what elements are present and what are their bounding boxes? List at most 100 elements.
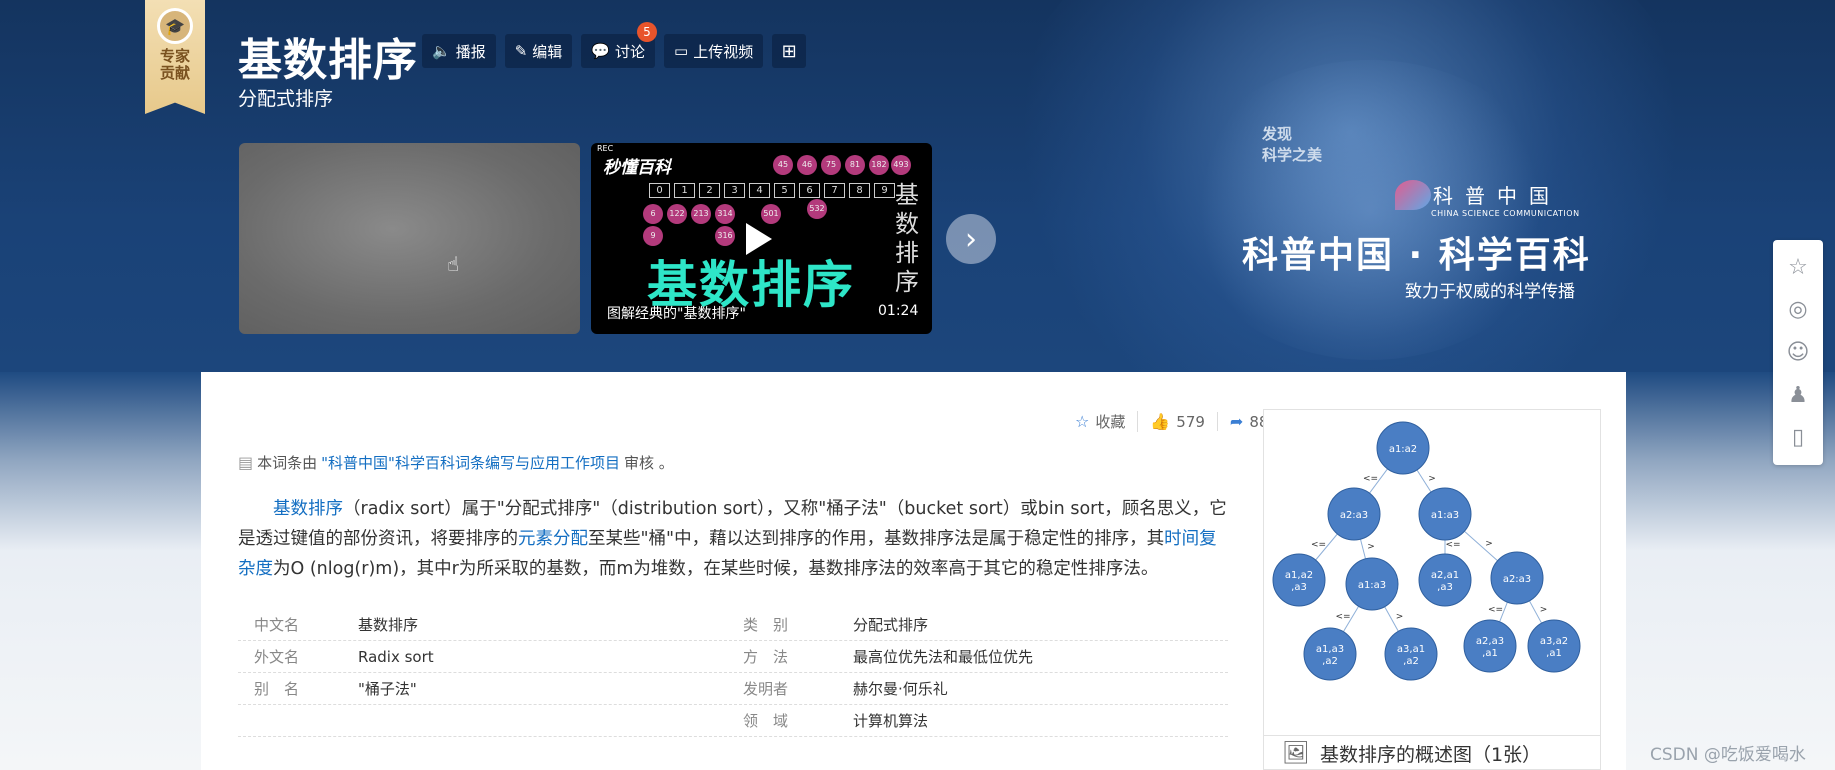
tree-node-label: a2:a3: [1503, 574, 1531, 585]
tree-node-label: ,a3: [1291, 582, 1307, 593]
overview-image-panel[interactable]: <= > <= > <= > <= > <= > a1:a2 a2:a3 a1:a3 a1,a2 ,a3 a1…: [1263, 409, 1601, 770]
video-duration: 01:24: [878, 303, 919, 319]
number-ball: 501: [761, 204, 781, 224]
info-value: "桶子法": [358, 680, 417, 698]
tree-edge-label: >: [1396, 612, 1404, 622]
tree-node-label: a3,a1: [1397, 644, 1425, 655]
collect-button[interactable]: ☆ 收藏: [1063, 411, 1139, 432]
tree-edge-label: >: [1428, 474, 1436, 484]
video-thumbnail-radix-sort[interactable]: REC 秒懂百科 0 1 2 3 4 5 6 7 8 9 45 46 75 81…: [591, 143, 932, 334]
tree-edge-label: >: [1540, 605, 1548, 615]
info-key: 别 名: [254, 680, 300, 698]
video-caption: 图解经典的"基数排序": [607, 306, 746, 322]
tree-node-label: a3,a2: [1540, 636, 1568, 647]
tree-node-label: ,a2: [1322, 656, 1338, 667]
number-ball: 46: [797, 155, 817, 175]
tree-edge-label: <=: [1311, 540, 1326, 550]
next-arrow-button[interactable]: ›: [946, 214, 996, 264]
add-button[interactable]: ⊞: [772, 34, 807, 68]
edit-label: 编辑: [532, 42, 563, 61]
collect-label: 收藏: [1095, 413, 1126, 431]
overview-caption-text: 基数排序的概述图（1张）: [1319, 744, 1542, 766]
page-subtitle: 分配式排序: [238, 88, 334, 110]
review-project-link[interactable]: "科普中国"科学百科词条编写与应用工作项目: [321, 452, 620, 473]
review-suffix: 审核 。: [623, 454, 674, 472]
speaker-icon: 🔈: [432, 42, 451, 60]
info-value: Radix sort: [358, 647, 434, 666]
info-row: 别 名 "桶子法" 发明者 赫尔曼·何乐礼: [238, 673, 1228, 705]
star-icon[interactable]: ☆: [1788, 255, 1808, 280]
video-thumbnail-blurred[interactable]: [239, 143, 580, 334]
brand-slogan: 致力于权威的科学传播: [1405, 282, 1575, 302]
info-value: 赫尔曼·何乐礼: [853, 680, 948, 698]
info-row: 外文名 Radix sort 方 法 最高位优先法和最低位优先: [238, 641, 1228, 673]
kepu-china-logo: 科普中国 CHINA SCIENCE COMMUNICATION: [1395, 180, 1595, 218]
toolbar: 🔈 播报 ✎ 编辑 💬 讨论 5 ▭ 上传视频 ⊞: [422, 22, 807, 68]
review-notice: ▤ 本词条由 "科普中国"科学百科词条编写与应用工作项目 审核 。: [238, 452, 674, 473]
wechat-icon[interactable]: ☺: [1787, 340, 1810, 365]
number-ball: 182: [869, 155, 889, 175]
number-ball: 122: [667, 204, 687, 224]
tree-edge-label: <=: [1488, 605, 1503, 615]
info-row: 中文名 基数排序 类 别 分配式排序: [238, 609, 1228, 641]
side-title: 基 数 排 序: [895, 181, 919, 296]
tree-edge-label: <=: [1335, 612, 1350, 622]
element-distribution-link[interactable]: 元素分配: [518, 529, 588, 549]
number-ball: 75: [821, 155, 841, 175]
tree-node-label: a1:a2: [1389, 444, 1417, 455]
expert-label: 专家 贡献: [159, 47, 190, 82]
broadcast-button[interactable]: 🔈 播报: [422, 34, 496, 68]
tree-node-label: a1:a3: [1358, 580, 1386, 591]
play-icon[interactable]: [746, 223, 772, 255]
discuss-button[interactable]: 💬 讨论 5: [581, 22, 657, 68]
graduation-cap-icon: 🎓: [157, 8, 193, 44]
image-gallery-icon: 🖼: [1282, 741, 1310, 766]
weibo-icon[interactable]: ◎: [1788, 297, 1807, 322]
number-ball: 316: [715, 226, 735, 246]
basic-info-table: 中文名 基数排序 类 别 分配式排序 外文名 Radix sort 方 法 最高…: [238, 609, 1228, 737]
stats-bar: ☆ 收藏 👍 579 ➦ 88: [1063, 411, 1280, 432]
chat-icon: 💬: [591, 42, 610, 60]
qq-icon[interactable]: ♟: [1788, 383, 1808, 408]
document-icon: ▤: [238, 453, 254, 472]
discuss-label: 讨论: [614, 42, 645, 61]
tree-edge-label: <=: [1363, 474, 1378, 484]
bucket-7: 7: [824, 183, 845, 198]
tree-edge-label: >: [1485, 539, 1493, 549]
upload-video-button[interactable]: ▭ 上传视频: [664, 34, 764, 68]
tree-node-label: a1:a3: [1431, 510, 1459, 521]
video-brand: 秒懂百科: [603, 158, 671, 178]
digit-buckets: 0 1 2 3 4 5 6 7 8 9: [649, 183, 895, 198]
bucket-8: 8: [849, 183, 870, 198]
csdn-watermark: CSDN @吃饭爱喝水: [1650, 745, 1806, 765]
number-ball: 314: [715, 204, 735, 224]
info-value: 计算机算法: [853, 712, 929, 730]
tree-edge-label: <=: [1445, 540, 1460, 550]
tree-node-label: ,a2: [1403, 656, 1419, 667]
radix-sort-link[interactable]: 基数排序: [273, 499, 343, 519]
discuss-count-badge: 5: [637, 22, 657, 42]
overview-image-caption[interactable]: 🖼 基数排序的概述图（1张）: [1264, 735, 1600, 770]
broadcast-label: 播报: [455, 42, 486, 61]
bucket-0: 0: [649, 183, 670, 198]
number-ball: 81: [845, 155, 865, 175]
tree-node-label: a2,a1: [1431, 570, 1459, 581]
mobile-icon[interactable]: ▯: [1792, 425, 1804, 450]
like-button[interactable]: 👍 579: [1138, 412, 1218, 431]
info-value: 基数排序: [358, 616, 419, 634]
hand-cursor-icon: ☝: [447, 252, 460, 276]
bucket-2: 2: [699, 183, 720, 198]
number-ball: 6: [643, 204, 663, 224]
info-value: 分配式排序: [853, 616, 929, 634]
expert-contribution-badge[interactable]: 🎓 专家 贡献: [145, 0, 205, 114]
tree-node-label: a1,a2: [1285, 570, 1313, 581]
number-ball: 213: [691, 204, 711, 224]
info-key: 外文名: [254, 648, 300, 666]
pencil-icon: ✎: [514, 42, 528, 60]
bucket-3: 3: [724, 183, 745, 198]
edit-button[interactable]: ✎ 编辑: [504, 34, 573, 68]
logo-english: CHINA SCIENCE COMMUNICATION: [1431, 209, 1580, 218]
video-icon: ▭: [674, 42, 689, 60]
plus-square-icon: ⊞: [781, 40, 797, 62]
tree-node-label: a2,a3: [1476, 636, 1504, 647]
